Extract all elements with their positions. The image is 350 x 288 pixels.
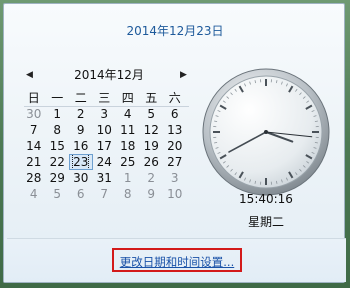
calendar-day[interactable]: 19 (140, 138, 164, 154)
calendar-day[interactable]: 14 (22, 138, 46, 154)
calendar-day[interactable]: 16 (69, 138, 93, 154)
calendar-day[interactable]: 8 (116, 186, 140, 202)
calendar-day[interactable]: 9 (69, 122, 93, 138)
calendar-day[interactable]: 1 (46, 106, 70, 122)
calendar-day[interactable]: 1 (116, 170, 140, 186)
calendar-day[interactable]: 6 (163, 106, 187, 122)
calendar-week-row: 30 1 2 3 4 5 6 (22, 106, 187, 122)
highlight-box: 更改日期和时间设置... (112, 248, 242, 272)
calendar-day[interactable]: 30 (22, 106, 46, 122)
calendar-day[interactable]: 18 (116, 138, 140, 154)
calendar-day[interactable]: 10 (93, 122, 117, 138)
calendar-day[interactable]: 4 (116, 106, 140, 122)
calendar-week-row: 28 29 30 31 1 2 3 (22, 170, 187, 186)
weekday-header: 日 (27, 91, 40, 105)
calendar-day[interactable]: 28 (22, 170, 46, 186)
calendar-day[interactable]: 13 (163, 122, 187, 138)
weekday-header: 四 (121, 91, 134, 105)
calendar-day[interactable]: 7 (22, 122, 46, 138)
calendar-day[interactable]: 22 (46, 154, 70, 170)
analog-clock (202, 68, 330, 196)
calendar-day[interactable]: 21 (22, 154, 46, 170)
calendar-day[interactable]: 15 (46, 138, 70, 154)
month-title[interactable]: 2014年12月 (24, 66, 194, 84)
clock-center (264, 130, 268, 134)
weekday-divider (24, 106, 189, 107)
calendar-day[interactable]: 3 (93, 106, 117, 122)
calendar-day[interactable]: 25 (116, 154, 140, 170)
change-date-time-settings-link[interactable]: 更改日期和时间设置... (114, 254, 240, 270)
calendar-day[interactable]: 4 (22, 186, 46, 202)
window-frame: 2014年12月23日 ◀ 2014年12月 ▶ 日一二三四五六 30 1 2 3 4 5… (0, 0, 350, 288)
triangle-right-icon[interactable]: ▶ (180, 66, 187, 84)
weekday-header: 五 (145, 91, 158, 105)
calendar-day[interactable]: 26 (140, 154, 164, 170)
calendar-day[interactable]: 9 (140, 186, 164, 202)
calendar-day[interactable]: 10 (163, 186, 187, 202)
full-date-link[interactable]: 2014年12月23日 (4, 22, 346, 39)
calendar-week-row: 4 5 6 7 8 9 10 (22, 186, 187, 202)
calendar-week-row: 7 8 9 10 11 12 13 (22, 122, 187, 138)
calendar-day[interactable]: 27 (163, 154, 187, 170)
calendar-day[interactable]: 31 (93, 170, 117, 186)
weekday-header: 三 (98, 91, 111, 105)
calendar-day[interactable]: 5 (140, 106, 164, 122)
calendar-day[interactable]: 6 (69, 186, 93, 202)
weekday-header: 一 (51, 91, 64, 105)
calendar-day[interactable]: 3 (163, 170, 187, 186)
calendar-day[interactable]: 7 (93, 186, 117, 202)
weekday-header: 二 (74, 91, 87, 105)
weekday-header: 六 (168, 91, 181, 105)
calendar-week-row: 14 15 16 17 18 19 20 (22, 138, 187, 154)
digital-time: 15:40:16 (239, 192, 293, 206)
clock-calendar-flyout: 2014年12月23日 ◀ 2014年12月 ▶ 日一二三四五六 30 1 2 3 4 5… (3, 3, 346, 283)
calendar-day[interactable]: 20 (163, 138, 187, 154)
calendar-day[interactable]: 12 (140, 122, 164, 138)
calendar-day[interactable]: 11 (116, 122, 140, 138)
calendar-day[interactable]: 30 (69, 170, 93, 186)
calendar-week-row: 21 22 23 24 25 26 27 (22, 154, 187, 170)
calendar-header: ◀ 2014年12月 ▶ (24, 66, 194, 84)
calendar-day[interactable]: 5 (46, 186, 70, 202)
calendar-day[interactable]: 17 (93, 138, 117, 154)
calendar-day[interactable]: 2 (140, 170, 164, 186)
calendar-day[interactable]: 8 (46, 122, 70, 138)
calendar-day[interactable]: 2 (69, 106, 93, 122)
weekday-label: 星期二 (247, 215, 284, 229)
calendar-day[interactable]: 29 (46, 170, 70, 186)
calendar-day[interactable]: 24 (93, 154, 117, 170)
calendar-day-today[interactable]: 23 (69, 154, 93, 170)
